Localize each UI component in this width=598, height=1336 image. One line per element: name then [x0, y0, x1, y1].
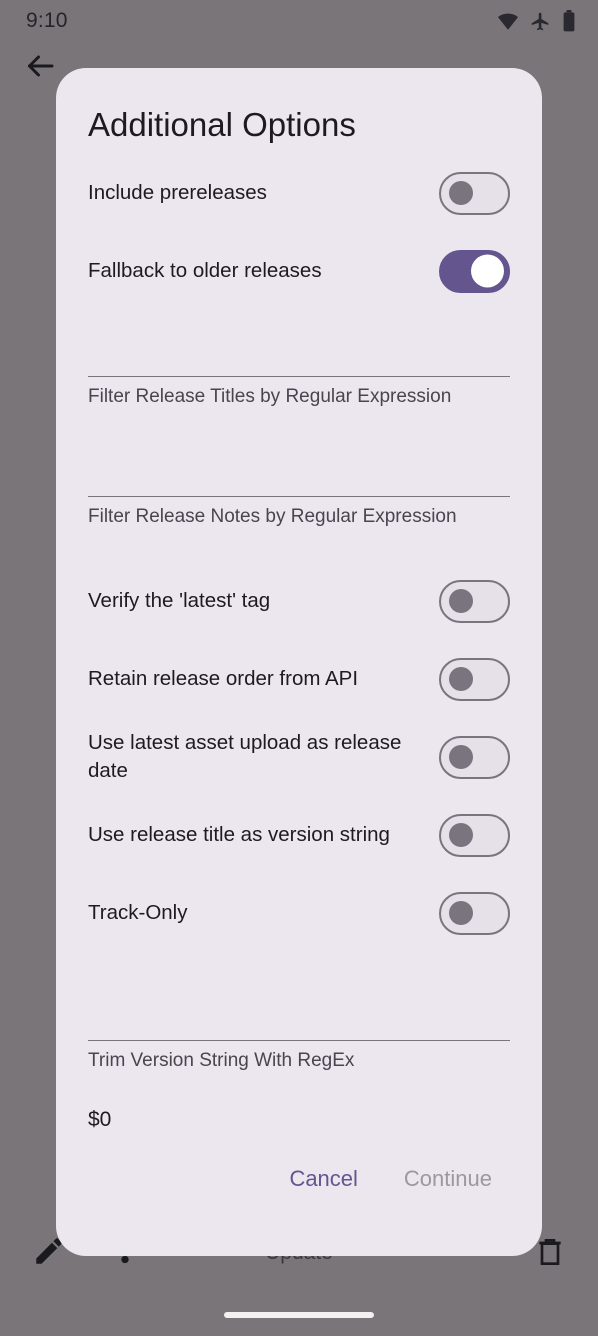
- switch-label: Include prereleases: [88, 180, 267, 204]
- fallback-older-releases-toggle[interactable]: [439, 249, 510, 293]
- battery-icon: [562, 10, 576, 32]
- field-value[interactable]: [88, 1010, 510, 1040]
- switch-label: Track-Only: [88, 900, 188, 924]
- field-helper-text: Trim Version String With RegEx: [88, 1050, 355, 1071]
- switch-label: Retain release order from API: [88, 666, 359, 690]
- dialog-title: Additional Options: [88, 106, 356, 143]
- latest-asset-upload-date-toggle[interactable]: [439, 735, 510, 779]
- retain-release-order-toggle[interactable]: [439, 657, 510, 701]
- toggle-thumb: [449, 667, 473, 691]
- wifi-icon: [497, 10, 519, 32]
- verify-latest-tag-toggle[interactable]: [439, 579, 510, 623]
- cancel-button[interactable]: Cancel: [271, 1156, 375, 1202]
- switch-row-verify-latest-tag[interactable]: Verify the 'latest' tag: [88, 562, 510, 640]
- switch-row-track-only[interactable]: Track-Only: [88, 874, 510, 952]
- include-prereleases-toggle[interactable]: [439, 171, 510, 215]
- field-helper-text: Filter Release Notes by Regular Expressi…: [88, 506, 457, 527]
- toggle-thumb: [449, 181, 473, 205]
- filter-release-titles-field[interactable]: Filter Release Titles by Regular Express…: [88, 344, 510, 408]
- toggle-thumb: [449, 901, 473, 925]
- continue-button: Continue: [386, 1156, 510, 1202]
- toggle-thumb: [449, 589, 473, 613]
- airplane-mode-icon: [530, 11, 551, 32]
- back-arrow-icon[interactable]: [22, 48, 58, 84]
- switch-label: Use latest asset upload as release date: [88, 730, 402, 782]
- status-bar: 9:10: [0, 0, 598, 42]
- status-bar-clock: 9:10: [26, 9, 68, 32]
- trim-version-string-value-row[interactable]: $0: [88, 1106, 510, 1138]
- field-helper-text: Filter Release Titles by Regular Express…: [88, 386, 452, 407]
- home-indicator: [224, 1312, 374, 1318]
- switch-row-latest-asset-upload-date[interactable]: Use latest asset upload as release date: [88, 718, 510, 796]
- filter-release-notes-field[interactable]: Filter Release Notes by Regular Expressi…: [88, 464, 510, 528]
- trim-version-string-field[interactable]: Trim Version String With RegEx: [88, 1008, 510, 1072]
- toggle-thumb: [449, 745, 473, 769]
- field-value[interactable]: [88, 466, 510, 496]
- toggle-thumb: [471, 254, 504, 288]
- switch-label: Use release title as version string: [88, 822, 390, 846]
- trim-version-value[interactable]: $0: [88, 1108, 510, 1138]
- dialog-actions: Cancel Continue: [88, 1138, 510, 1202]
- switch-row-retain-release-order[interactable]: Retain release order from API: [88, 640, 510, 718]
- phone-screen: Update 9:10: [0, 0, 598, 1336]
- trash-icon[interactable]: [534, 1235, 566, 1272]
- toggle-thumb: [449, 823, 473, 847]
- field-value[interactable]: [88, 346, 510, 376]
- track-only-toggle[interactable]: [439, 891, 510, 935]
- additional-options-dialog: Additional Options Include prereleases F…: [56, 68, 542, 1256]
- switch-row-fallback-older-releases[interactable]: Fallback to older releases: [88, 232, 510, 310]
- switch-row-release-title-as-version[interactable]: Use release title as version string: [88, 796, 510, 874]
- switch-row-include-prereleases[interactable]: Include prereleases: [88, 154, 510, 232]
- release-title-as-version-toggle[interactable]: [439, 813, 510, 857]
- switch-label: Verify the 'latest' tag: [88, 588, 271, 612]
- switch-label: Fallback to older releases: [88, 258, 322, 282]
